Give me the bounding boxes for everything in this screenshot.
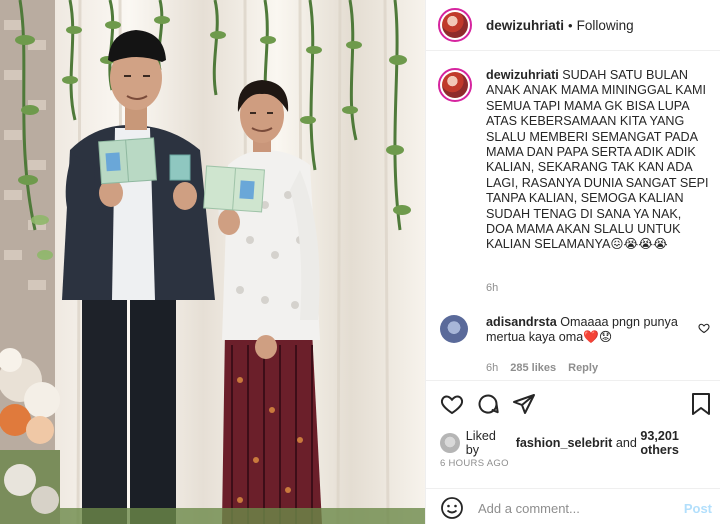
likes-prefix: Liked by: [465, 429, 496, 457]
likes-summary: Liked by fashion_selebrit and 93,201 oth…: [440, 429, 720, 457]
comment-time[interactable]: 6h: [486, 362, 498, 374]
post-details-panel: dewizuhriati • Following dewizuhriati SU…: [425, 0, 720, 524]
comment-reply-button[interactable]: Reply: [568, 362, 598, 374]
comment-text-block: adisandrsta Omaaaa pngn punya mertua kay…: [486, 315, 696, 346]
smiley-icon[interactable]: [440, 496, 464, 520]
following-status[interactable]: Following: [577, 18, 634, 33]
caption-text: SUDAH SATU BULAN ANAK ANAK MAMA MININGGA…: [486, 68, 709, 252]
comment-icon[interactable]: [476, 392, 500, 416]
post-timestamp[interactable]: 6 HOURS AGO: [440, 458, 509, 469]
divider: [426, 380, 720, 381]
comment-heart-icon[interactable]: [698, 322, 710, 334]
action-bar: [440, 392, 712, 418]
post-header: dewizuhriati • Following: [426, 0, 720, 51]
couple-photo: [0, 0, 425, 524]
heart-icon[interactable]: [440, 392, 464, 416]
likes-conj: and: [615, 436, 637, 450]
caption-time[interactable]: 6h: [486, 282, 498, 294]
bookmark-icon[interactable]: [690, 392, 712, 416]
author-avatar[interactable]: [438, 8, 472, 42]
caption-text-block: dewizuhriati SUDAH SATU BULAN ANAK ANAK …: [486, 68, 711, 253]
caption-avatar[interactable]: [438, 68, 472, 102]
post-button[interactable]: Post: [684, 501, 712, 516]
header-separator: •: [568, 17, 573, 33]
divider: [426, 488, 720, 489]
caption-emojis: 😖😭😭😭: [610, 237, 668, 252]
comment-emojis: ❤️😟: [583, 330, 613, 345]
author-username[interactable]: dewizuhriati: [486, 18, 564, 33]
comment-likes[interactable]: 285 likes: [510, 362, 556, 374]
liker-username[interactable]: fashion_selebrit: [516, 436, 613, 450]
likes-count[interactable]: 93,201 others: [640, 429, 720, 457]
comment-item: adisandrsta Omaaaa pngn punya mertua kay…: [440, 315, 712, 346]
comment-input[interactable]: Add a comment...: [478, 501, 684, 516]
caption: dewizuhriati SUDAH SATU BULAN ANAK ANAK …: [438, 68, 713, 253]
post-photo[interactable]: [0, 0, 425, 524]
commenter-username[interactable]: adisandrsta: [486, 315, 557, 329]
caption-username[interactable]: dewizuhriati: [486, 68, 559, 82]
add-comment-row: Add a comment... Post: [440, 496, 712, 520]
paper-plane-icon[interactable]: [512, 392, 536, 416]
comment-meta: 6h 285 likes Reply: [486, 362, 598, 374]
commenter-avatar[interactable]: [440, 315, 468, 343]
liker-avatar[interactable]: [440, 433, 460, 453]
